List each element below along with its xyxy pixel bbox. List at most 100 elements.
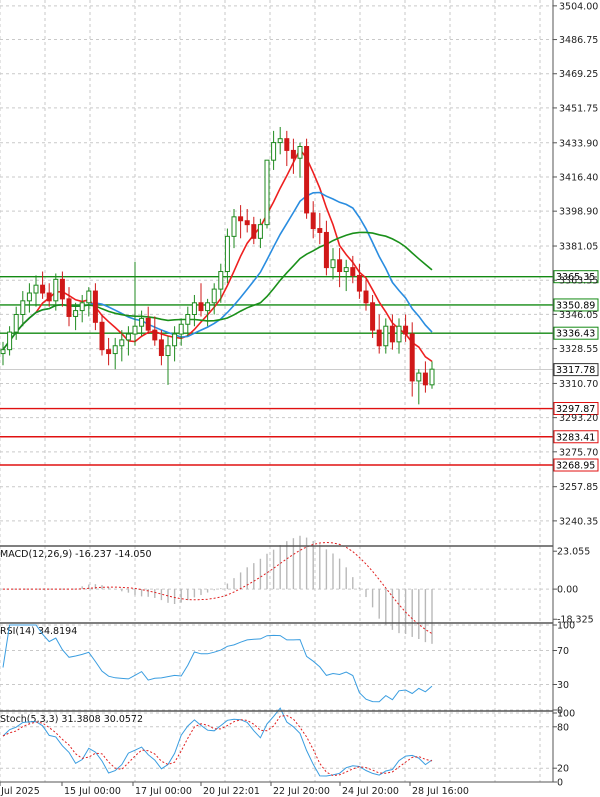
candle-body [73,310,79,317]
candle-body [191,302,197,315]
candle-body [79,302,85,312]
candle-body [66,298,72,317]
price-tick-label: 3451.75 [559,103,598,114]
time-tick-label: 20 Jul 22:01 [203,786,260,797]
price-chart: 3365.353350.893336.433297.873283.413268.… [0,0,599,797]
candle-body [356,274,362,292]
candle-body [106,349,112,355]
price-tick-label: 3486.75 [559,35,598,46]
candle-body [53,278,59,302]
mid-ma-line [2,191,433,351]
candle-body [370,302,376,331]
price-tick-label: 3346.05 [559,310,598,321]
level-price-label: 3268.95 [556,461,595,472]
candle-body [145,317,151,331]
candle-body [46,292,52,302]
candle-body [396,325,402,343]
candle-body [251,224,257,239]
price-tick-label: 3257.85 [559,482,598,493]
candle-body [185,313,191,325]
candle-body [284,138,290,151]
price-tick-label: 3293.20 [559,413,598,424]
candle-body [205,302,211,312]
candle-body [310,212,316,230]
indicator-tick-label: 70 [557,646,569,657]
time-tick-label: 24 Jul 20:00 [342,786,399,797]
candle-body [297,146,303,159]
candle-body [257,224,263,239]
rsi-label: RSI(14) 34.8194 [0,626,77,637]
level-price-label: 3336.43 [556,329,595,340]
candle-body [92,290,98,323]
candle-body [13,313,19,333]
candle-body [304,146,310,214]
indicator-tick-label: 23.055 [557,547,590,558]
candle-body [422,372,428,386]
price-tick-label: 3504.00 [559,1,598,12]
candle-body [290,149,296,159]
candle-body [429,368,435,386]
indicator-tick-label: 20 [557,764,569,775]
candle-body [33,284,39,294]
macd-label: MACD(12,26,9) -16.237 -14.050 [0,549,152,560]
candle-body [152,329,158,341]
candle-body [165,345,171,357]
candle-body [231,216,237,237]
candle-body [403,325,409,335]
time-tick-label: 15 Jul 00:00 [64,786,121,797]
candle-body [20,300,26,315]
candle-body [224,235,230,273]
candle-body [271,142,277,161]
time-tick-label: 11 Jul 2025 [0,786,40,797]
candle-body [376,329,382,347]
time-tick-label: 17 Jul 00:00 [135,786,192,797]
candle-body [383,325,389,347]
candle-body [330,259,336,269]
indicator-panels: MACD(12,26,9) -16.237 -14.050 RSI(14) 34.… [0,535,433,777]
candle-body [158,339,164,357]
price-tick-label: 3363.55 [559,276,598,287]
chart-grid [0,0,553,783]
candle-body [0,349,6,355]
candle-body [363,290,369,304]
candle-body [416,372,422,382]
candle-body [26,292,32,302]
fast-ma-line [2,147,433,363]
candle-body [343,267,349,273]
candle-body [350,267,356,276]
candle-body [40,284,46,294]
time-tick-label: 28 Jul 16:00 [412,786,469,797]
candle-body [112,345,118,355]
price-tick-label: 3328.55 [559,344,598,355]
candle-body [99,321,105,351]
indicator-tick-label: 100 [557,621,575,632]
price-tick-label: 3433.90 [559,138,598,149]
candle-body [264,159,270,226]
price-tick-label: 3469.25 [559,69,598,80]
price-tick-label: 3398.90 [559,207,598,218]
price-tick-label: 3275.70 [559,447,598,458]
indicator-tick-label: 100 [557,709,575,720]
level-price-label: 3283.41 [556,432,595,443]
candle-body [323,231,329,269]
moving-averages [2,147,433,363]
price-tick-label: 3240.35 [559,516,598,527]
candle-body [218,271,224,290]
candle-body [139,317,145,327]
price-tick-label: 3416.40 [559,172,598,183]
candle-body [238,216,244,222]
candle-body [389,325,395,343]
candle-body [178,323,184,335]
indicator-tick-label: 80 [557,722,569,733]
indicator-tick-label: 0.00 [557,585,578,596]
candle-body [119,339,125,347]
current-price-label: 3317.78 [556,365,595,376]
candle-body [198,302,204,312]
candle-body [317,228,323,233]
candle-body [132,325,138,335]
candle-body [337,259,343,273]
candle-body [86,290,92,304]
candle-body [244,220,250,226]
indicator-tick-label: 30 [557,680,569,691]
candle-body [409,333,415,382]
